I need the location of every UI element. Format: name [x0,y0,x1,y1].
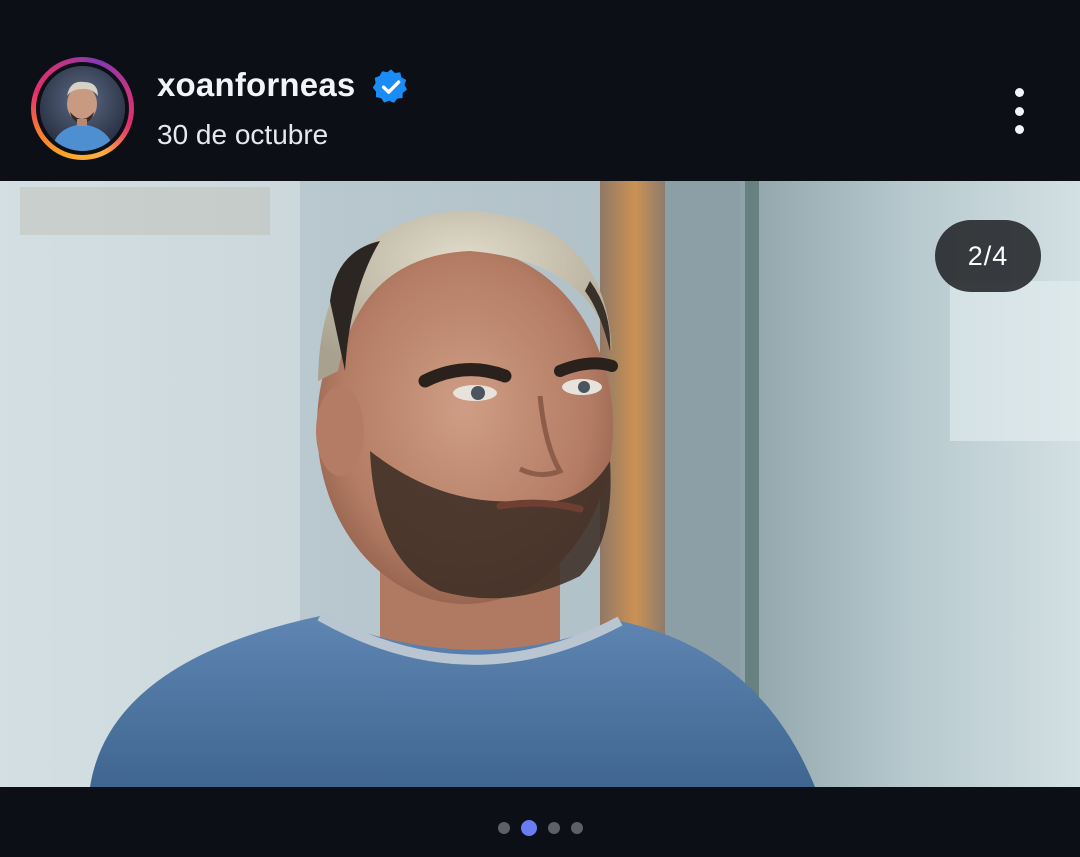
carousel-dot[interactable] [547,822,560,834]
avatar[interactable] [40,66,125,151]
carousel-dot[interactable] [570,822,583,834]
carousel-dot-active[interactable] [520,820,537,836]
media-counter-badge: 2/4 [935,220,1041,292]
carousel-dot[interactable] [497,822,510,834]
post-header: xoanforneas 30 de octubre [0,0,1080,181]
more-vertical-icon [1014,88,1024,97]
more-options-button[interactable] [996,84,1042,138]
verified-badge-icon [372,69,408,103]
story-ring[interactable] [31,57,134,160]
post-date: 30 de octubre [157,119,329,150]
post-media[interactable] [0,181,1080,787]
post-photo [0,181,1080,787]
avatar-image [40,66,125,151]
carousel-pagination [0,818,1080,838]
post-card: xoanforneas 30 de octubre 2/4 [0,0,1080,857]
username[interactable]: xoanforneas [157,66,355,104]
